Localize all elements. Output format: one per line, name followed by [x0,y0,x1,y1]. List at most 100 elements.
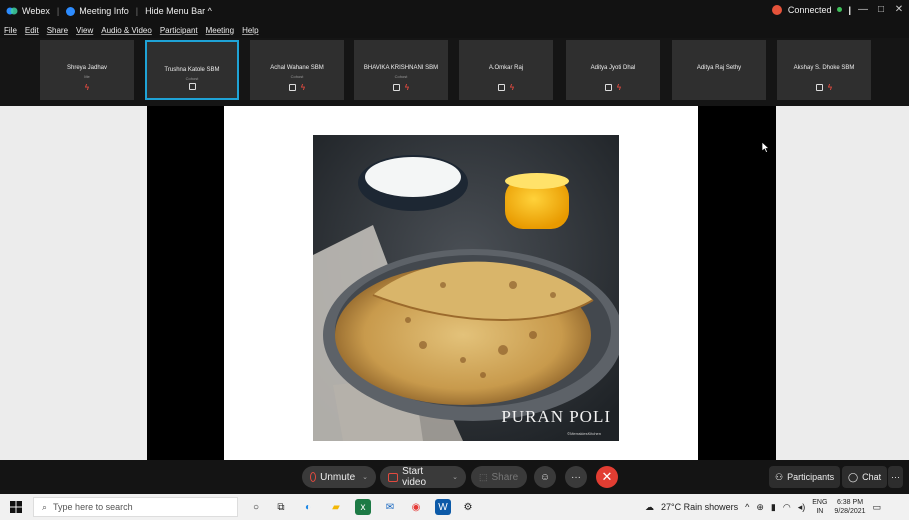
drag-handle-icon[interactable]: | [848,5,851,15]
muted-mic-icon: ϟ [300,83,306,92]
participant-tile[interactable]: Shreya Jadhav Me ϟ [40,40,134,100]
participant-tile[interactable]: Achal Wahane SBM Cohost ϟ [250,40,344,100]
connection-status[interactable]: Connected [788,5,832,15]
participant-tile[interactable]: Aditya Jyoti Dhal ϟ [566,40,660,100]
participants-label: Participants [787,472,835,482]
participant-tile[interactable]: Aditya Raj Sethy [672,40,766,100]
task-view-icon[interactable]: ⧉ [273,499,289,515]
participant-tile[interactable]: BHAVIKA KRISHNANI SBM Cohost ϟ [354,40,448,100]
muted-mic-icon: ϟ [509,83,515,92]
participants-button[interactable]: ⚇ Participants [769,466,841,488]
start-video-button[interactable]: Start video ⌄ [380,466,466,488]
reactions-button[interactable]: ☺ [534,466,556,488]
system-tray: ☁ 27°C Rain showers ^ ⊕ ▮ ◠ ◂) ENG IN 6:… [645,494,881,520]
region-code: IN [816,508,824,515]
participant-name: A.Omkar Raj [488,65,524,71]
menu-share[interactable]: Share [47,26,68,35]
search-icon: ⌕ [42,501,48,512]
screen-share-icon [497,84,505,91]
close-button[interactable]: ✕ [893,4,905,15]
volume-icon[interactable]: ◂) [798,502,806,513]
screen-share-icon [815,84,823,91]
close-icon: ✕ [601,469,613,484]
end-call-button[interactable]: ✕ [596,466,618,488]
menu-participant[interactable]: Participant [160,26,198,35]
minimize-button[interactable]: — [857,4,869,15]
more-options-button[interactable]: ··· [565,466,587,488]
participant-tile[interactable]: Trushna Katole SBM Cohost [145,40,239,100]
participant-name: Shreya Jadhav [66,65,108,71]
battery-icon[interactable]: ▮ [771,502,776,513]
hide-menu-bar-button[interactable]: Hide Menu Bar ^ [145,6,212,16]
start-video-label: Start video [402,466,426,488]
network-icon[interactable]: ⊕ [756,502,764,513]
title-left: Webex | Meeting Info | Hide Menu Bar ^ [6,6,212,16]
muted-mic-icon [310,472,317,482]
participant-name: Aditya Jyoti Dhal [590,65,636,71]
chrome-icon[interactable]: ◉ [408,499,424,515]
participant-tile[interactable]: A.Omkar Raj ϟ [459,40,553,100]
search-placeholder: Type here to search [53,502,133,512]
more-panels-button[interactable]: ··· [888,466,903,488]
menu-audio-video[interactable]: Audio & Video [101,26,152,35]
taskbar-search-box[interactable]: ⌕ Type here to search [33,497,238,517]
file-explorer-icon[interactable]: ▰ [328,499,344,515]
meeting-info-link[interactable]: Meeting Info [79,6,129,16]
webex-taskbar-icon[interactable]: W [435,499,451,515]
chat-button[interactable]: ◯ Chat [842,466,888,488]
settings-gear-icon[interactable]: ⚙ [460,499,476,515]
chevron-down-icon[interactable]: ⌄ [452,473,458,481]
menu-bar: File Edit Share View Audio & Video Parti… [0,22,909,38]
weather-status[interactable]: 27°C Rain showers [661,502,738,512]
clock-date: 9/28/2021 [834,508,866,515]
screen-share-icon [288,84,296,91]
webex-logo-icon [6,7,18,15]
share-label: Share [491,471,519,483]
muted-mic-icon: ϟ [827,83,833,92]
language-indicator[interactable]: ENG IN [812,498,827,516]
participant-name: Akshay S. Dhoke SBM [793,65,855,71]
lang-code: ENG [812,499,828,506]
status-dot-icon [837,7,843,12]
windows-start-icon[interactable] [10,501,22,513]
separator: | [56,6,60,16]
menu-view[interactable]: View [76,26,93,35]
title-right: Connected | — □ ✕ [771,4,905,15]
participant-role: Cohost [185,76,199,81]
participant-strip: Shreya Jadhav Me ϟ Trushna Katole SBM Co… [0,38,909,106]
share-icon: ⬚ [479,471,488,482]
chevron-down-icon[interactable]: ⌄ [362,473,368,481]
meeting-controls: Unmute ⌄ Start video ⌄ ⬚ Share ☺ ··· ✕ ⚇… [0,460,909,494]
wifi-icon[interactable]: ◠ [783,502,791,513]
screen-share-icon [604,84,612,91]
mouse-cursor-icon [762,142,770,153]
participant-role: Me [84,74,90,79]
windows-taskbar: ⌕ Type here to search ○ ⧉ ◐ ▰ x ✉ ◉ W ⚙ … [0,494,909,520]
muted-mic-icon: ϟ [616,83,622,92]
muted-mic-icon: ϟ [404,83,410,92]
notifications-icon[interactable]: ▭ [873,502,882,513]
weather-icon: ☁ [645,501,654,512]
clock[interactable]: 6:38 PM 9/28/2021 [834,498,865,516]
unmute-label: Unmute [320,471,356,483]
menu-help[interactable]: Help [242,26,258,35]
share-button[interactable]: ⬚ Share [471,466,527,488]
video-off-icon [388,472,399,482]
menu-meeting[interactable]: Meeting [206,26,234,35]
excel-icon[interactable]: x [355,499,371,515]
chevron-up-icon[interactable]: ^ [745,502,749,512]
menu-file[interactable]: File [4,26,17,35]
separator: | [135,6,139,16]
image-caption: PURAN POLI [501,407,611,426]
edge-browser-icon[interactable]: ◐ [300,499,316,515]
maximize-button[interactable]: □ [875,4,887,15]
title-bar: Webex | Meeting Info | Hide Menu Bar ^ C… [0,0,909,22]
unmute-button[interactable]: Unmute ⌄ [302,466,376,488]
menu-edit[interactable]: Edit [25,26,39,35]
participant-tile[interactable]: Akshay S. Dhoke SBM ϟ [777,40,871,100]
connection-icon [771,4,782,15]
cortana-icon[interactable]: ○ [248,499,264,515]
mail-icon[interactable]: ✉ [382,499,398,515]
participant-name: Aditya Raj Sethy [696,65,742,71]
letterbox-left [147,106,224,460]
